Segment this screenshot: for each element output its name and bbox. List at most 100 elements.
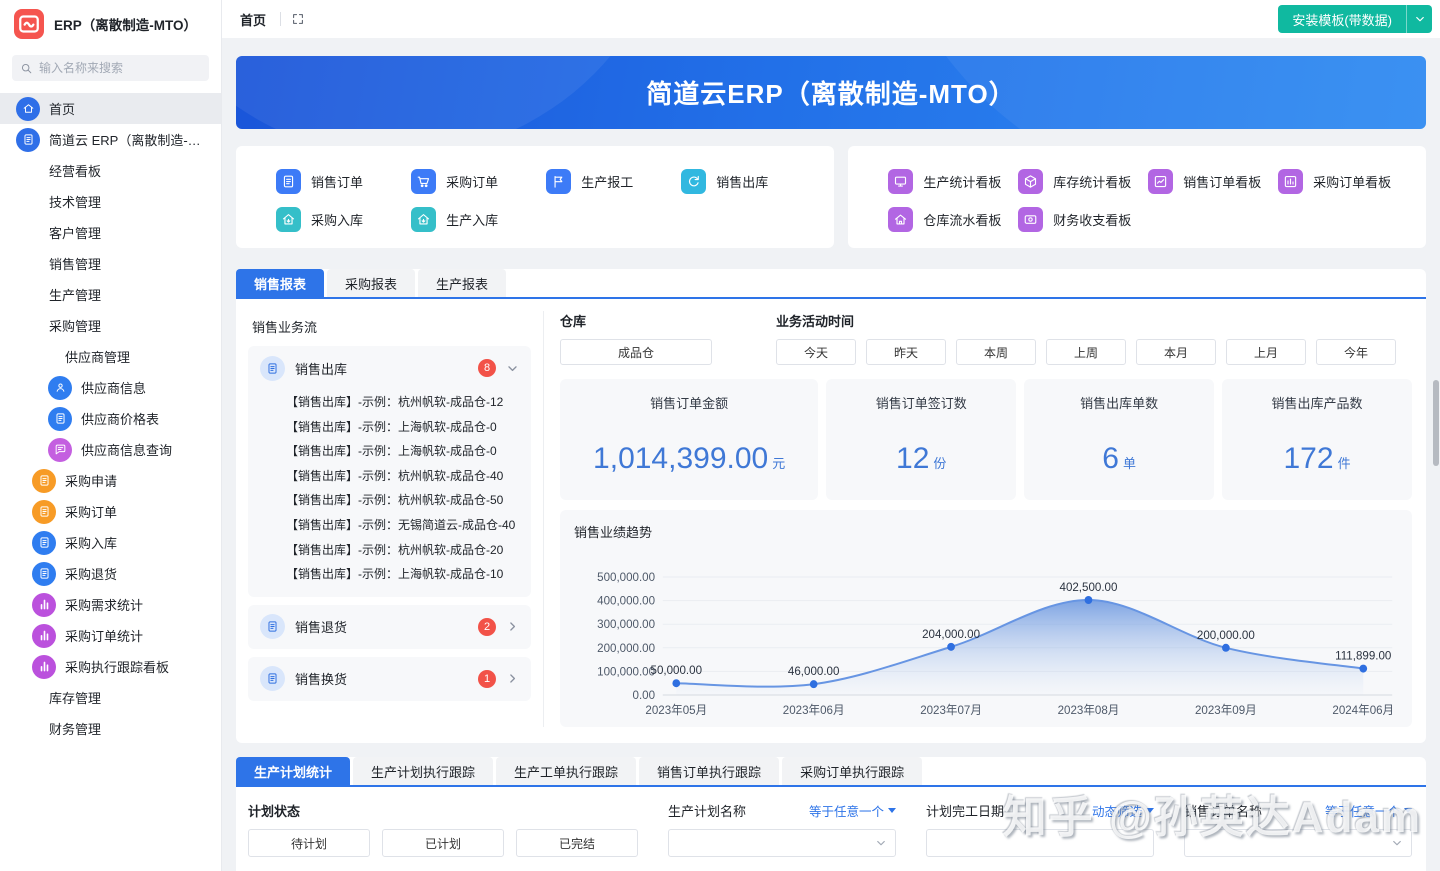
filter-operator-link[interactable]: 动态筛选 — [1092, 801, 1154, 820]
install-template-button-group: 安装模板(带数据) — [1278, 5, 1432, 33]
house-icon — [888, 207, 913, 232]
sales-flow-panel: 销售业务流 销售出库 8 【销售出库】-示例：杭州帆软-成品仓-12 【销售出库… — [248, 311, 544, 727]
sidebar-item[interactable]: 生产管理 — [0, 279, 221, 310]
time-options: 今天 昨天 本周 上周 本月 上月 — [776, 339, 1396, 365]
chevron-right-icon[interactable] — [506, 672, 519, 685]
sidebar-item[interactable]: 简道云 ERP（离散制造-MTO）… — [0, 124, 221, 155]
flow-group-header[interactable]: 销售换货 1 — [248, 657, 531, 701]
sidebar-item[interactable]: 采购退货 — [0, 558, 221, 589]
quick-link[interactable]: 采购订单 — [411, 169, 546, 194]
plan-tab[interactable]: 采购订单执行跟踪 — [782, 757, 922, 785]
flow-list-item[interactable]: 【销售出库】-示例：杭州帆软-成品仓-12 — [286, 390, 523, 415]
sidebar-item[interactable]: 供应商管理 — [0, 341, 221, 372]
finish-date-input[interactable] — [926, 829, 1154, 857]
dashboard-link[interactable]: 生产统计看板 — [888, 169, 1018, 194]
count-badge: 1 — [478, 670, 496, 688]
flow-group-header[interactable]: 销售退货 2 — [248, 605, 531, 649]
time-option-chip[interactable]: 上周 — [1046, 339, 1126, 365]
sidebar-item[interactable]: 供应商信息 — [0, 372, 221, 403]
quick-link[interactable]: 生产入库 — [411, 207, 546, 232]
sidebar-item[interactable]: 首页 — [0, 93, 221, 124]
sidebar-item[interactable]: 财务管理 — [0, 713, 221, 744]
app-title: ERP（离散制造-MTO） — [54, 14, 197, 34]
kpi-unit: 单 — [1123, 456, 1136, 471]
plan-status-chip[interactable]: 已计划 — [382, 829, 504, 857]
sidebar-item[interactable]: 技术管理 — [0, 186, 221, 217]
chevron-right-icon[interactable] — [506, 620, 519, 633]
plan-tab[interactable]: 生产计划执行跟踪 — [353, 757, 493, 785]
sidebar-item[interactable]: 采购需求统计 — [0, 589, 221, 620]
time-option-chip[interactable]: 今天 — [776, 339, 856, 365]
flow-group-sales-return: 销售退货 2 — [248, 605, 531, 649]
finish-date-filter: 计划完工日期 动态筛选 — [926, 801, 1154, 857]
plan-tab[interactable]: 销售订单执行跟踪 — [639, 757, 779, 785]
install-template-button[interactable]: 安装模板(带数据) — [1278, 5, 1406, 33]
plan-status-label: 计划状态 — [248, 801, 638, 820]
flow-list-item[interactable]: 【销售出库】-示例：杭州帆软-成品仓-50 — [286, 488, 523, 513]
chevron-down-icon[interactable] — [506, 362, 519, 375]
quick-link[interactable]: 销售出库 — [681, 169, 816, 194]
flow-list-item[interactable]: 【销售出库】-示例：上海帆软-成品仓-10 — [286, 562, 523, 587]
report-tab[interactable]: 销售报表 — [236, 269, 324, 297]
doc-icon — [260, 356, 285, 381]
dashboard-link[interactable]: 采购订单看板 — [1278, 169, 1408, 194]
plan-tab[interactable]: 生产计划统计 — [236, 757, 350, 785]
bars-box-icon — [1278, 169, 1303, 194]
sidebar-item[interactable]: 采购执行跟踪看板 — [0, 651, 221, 682]
install-dropdown-button[interactable] — [1406, 5, 1432, 33]
sidebar-item[interactable]: 经营看板 — [0, 155, 221, 186]
entry-links-card: 销售订单 采购订单 生产报工 销售出库 — [236, 146, 834, 248]
time-option-chip[interactable]: 本月 — [1136, 339, 1216, 365]
sidebar-item[interactable]: 采购管理 — [0, 310, 221, 341]
fullscreen-icon[interactable] — [291, 12, 305, 26]
flow-list-item[interactable]: 【销售出库】-示例：杭州帆软-成品仓-20 — [286, 538, 523, 563]
time-option-chip[interactable]: 今年 — [1316, 339, 1396, 365]
flow-group-header[interactable]: 销售出库 8 — [248, 346, 531, 390]
quick-link[interactable]: 采购入库 — [276, 207, 411, 232]
sidebar-search[interactable] — [12, 55, 209, 81]
dashboard-link[interactable]: 库存统计看板 — [1018, 169, 1148, 194]
dashboard-link[interactable]: 仓库流水看板 — [888, 207, 1018, 232]
tab-home[interactable]: 首页 — [236, 10, 270, 29]
quick-link[interactable]: 销售订单 — [276, 169, 411, 194]
sidebar-nav: 首页 简道云 ERP（离散制造-MTO）… 经营看板 技术管理 客户管理 — [0, 93, 221, 744]
svg-text:50,000.00: 50,000.00 — [651, 664, 703, 677]
report-tab[interactable]: 生产报表 — [418, 269, 506, 297]
cycle-icon — [681, 169, 706, 194]
flow-list-item[interactable]: 【销售出库】-示例：无锡简道云-成品仓-40 — [286, 513, 523, 538]
folder-icon — [16, 159, 40, 183]
chart-title: 销售业绩趋势 — [574, 522, 1398, 541]
search-input[interactable] — [39, 61, 201, 75]
sidebar-item[interactable]: 客户管理 — [0, 217, 221, 248]
sidebar-item[interactable]: 销售管理 — [0, 248, 221, 279]
person-icon — [48, 376, 72, 400]
sidebar-item[interactable]: 采购订单统计 — [0, 620, 221, 651]
sidebar-item[interactable]: 采购入库 — [0, 527, 221, 558]
filter-operator-link[interactable]: 等于任意一个 — [809, 801, 896, 820]
flow-list-item[interactable]: 【销售出库】-示例：上海帆软-成品仓-0 — [286, 415, 523, 440]
warehouse-value-chip[interactable]: 成品仓 — [560, 339, 712, 365]
time-option-chip[interactable]: 昨天 — [866, 339, 946, 365]
sales-order-name-select[interactable] — [1184, 829, 1412, 857]
sidebar-item[interactable]: 采购申请 — [0, 465, 221, 496]
filter-operator-link[interactable]: 等于任意一个 — [1325, 801, 1412, 820]
quick-link[interactable]: 生产报工 — [546, 169, 681, 194]
sidebar-item[interactable]: 供应商信息查询 — [0, 434, 221, 465]
dashboard-link[interactable]: 销售订单看板 — [1148, 169, 1278, 194]
scrollbar-thumb[interactable] — [1433, 380, 1439, 466]
plan-status-chip[interactable]: 待计划 — [248, 829, 370, 857]
dashboard-link[interactable]: 财务收支看板 — [1018, 207, 1148, 232]
svg-text:400,000.00: 400,000.00 — [597, 594, 655, 607]
doc-icon — [32, 562, 56, 586]
sidebar-item[interactable]: 供应商价格表 — [0, 403, 221, 434]
plan-status-chip[interactable]: 已完结 — [516, 829, 638, 857]
flow-list-item[interactable]: 【销售出库】-示例：杭州帆软-成品仓-40 — [286, 464, 523, 489]
plan-tab[interactable]: 生产工单执行跟踪 — [496, 757, 636, 785]
time-option-chip[interactable]: 上月 — [1226, 339, 1306, 365]
plan-name-select[interactable] — [668, 829, 896, 857]
sidebar-item[interactable]: 采购订单 — [0, 496, 221, 527]
flow-list-item[interactable]: 【销售出库】-示例：上海帆软-成品仓-0 — [286, 439, 523, 464]
time-option-chip[interactable]: 本周 — [956, 339, 1036, 365]
sidebar-item[interactable]: 库存管理 — [0, 682, 221, 713]
report-tab[interactable]: 采购报表 — [327, 269, 415, 297]
